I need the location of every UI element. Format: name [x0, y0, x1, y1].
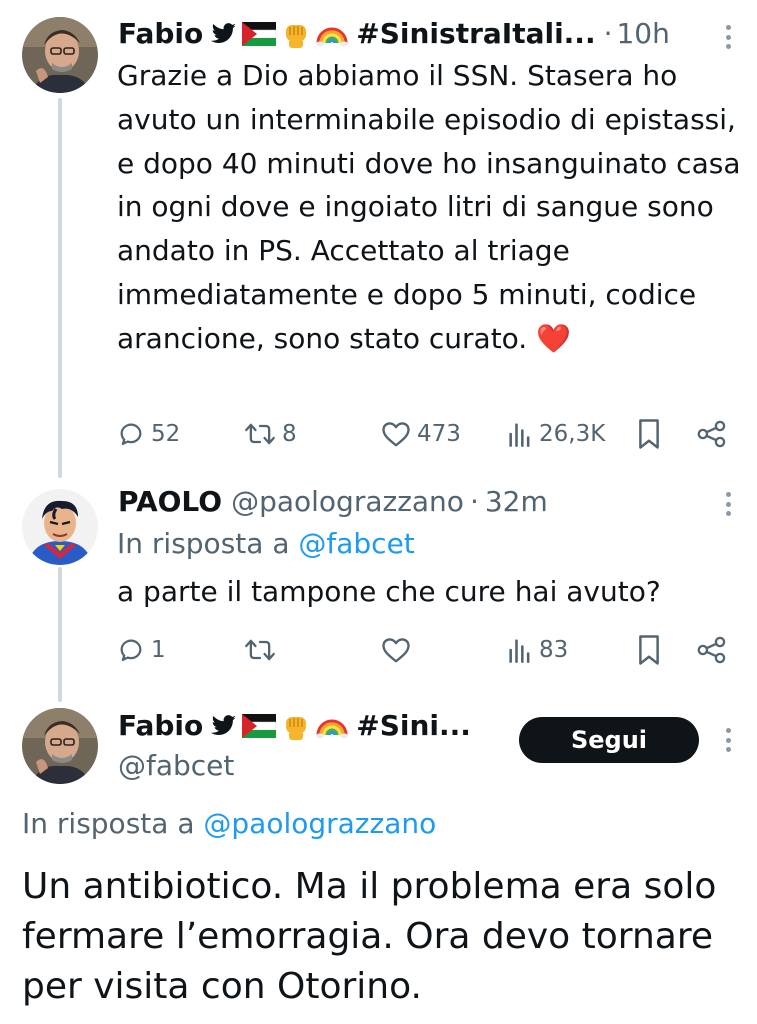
views-count: 83 [539, 637, 569, 663]
views-button[interactable]: 83 [507, 630, 568, 670]
user-handle-row: @fabcet [118, 748, 234, 784]
palestine-flag-icon [242, 714, 277, 738]
timestamp[interactable]: 32m [485, 484, 548, 520]
display-name[interactable]: PAOLO [118, 484, 222, 520]
follow-button[interactable]: Segui [519, 717, 699, 763]
bookmark-button[interactable] [636, 630, 662, 670]
tweet-header: Fabio #SinistraItali... · 10h [118, 16, 670, 52]
like-count: 473 [417, 421, 461, 447]
avatar[interactable] [22, 17, 98, 93]
retweet-button[interactable]: 8 [244, 414, 297, 454]
raised-fist-icon [286, 717, 307, 740]
display-name[interactable]: Fabio [118, 708, 203, 744]
like-icon [382, 422, 410, 447]
reply-context: In risposta a @paolograzzano [22, 806, 436, 842]
reply-prefix: In risposta a [117, 527, 290, 560]
avatar[interactable] [22, 489, 98, 565]
display-name[interactable]: Fabio [118, 16, 203, 52]
reply-mention-link[interactable]: @paolograzzano [203, 807, 436, 840]
timestamp[interactable]: 10h [616, 16, 669, 52]
bookmark-icon [639, 635, 659, 665]
name-flair: #SinistraItali... [211, 16, 596, 52]
more-options-icon[interactable] [718, 22, 738, 52]
flair-hashtag: #SinistraItali... [356, 17, 596, 50]
reply-count: 1 [151, 637, 166, 663]
bookmark-button[interactable] [636, 414, 662, 454]
user-handle[interactable]: @paolograzzano [231, 484, 464, 520]
views-count: 26,3K [539, 421, 606, 447]
share-button[interactable] [696, 414, 728, 454]
tweet-text: Grazie a Dio abbiamo il SSN. Stasera ho … [117, 59, 741, 355]
raised-fist-icon [286, 25, 307, 48]
user-handle[interactable]: @fabcet [118, 748, 234, 784]
views-icon [509, 639, 530, 663]
separator-dot: · [469, 485, 479, 518]
separator-dot: · [603, 17, 613, 50]
more-options-icon[interactable] [718, 489, 738, 519]
reply-button[interactable]: 52 [117, 414, 180, 454]
reply-mention-link[interactable]: @fabcet [298, 527, 414, 560]
retweet-count: 8 [282, 421, 297, 447]
reply-button[interactable]: 1 [117, 630, 166, 670]
share-icon [697, 636, 726, 664]
twitter-bird-icon [211, 715, 237, 735]
thread-line [58, 98, 62, 478]
like-button[interactable] [381, 630, 417, 670]
tweet-text: a parte il tampone che cure hai avuto? [117, 575, 661, 608]
rainbow-icon [316, 719, 349, 739]
avatar[interactable] [22, 708, 98, 784]
retweet-button[interactable] [244, 630, 282, 670]
tweet-actions: 1 83 [117, 630, 747, 670]
reply-prefix: In risposta a [22, 807, 195, 840]
palestine-flag-icon [242, 22, 277, 46]
like-button[interactable]: 473 [381, 414, 461, 454]
flair-hashtag: #Sini... [356, 709, 471, 742]
retweet-icon [245, 639, 275, 661]
reply-count: 52 [151, 421, 181, 447]
reply-context: In risposta a @fabcet [117, 526, 415, 562]
retweet-icon [245, 423, 275, 445]
twitter-bird-icon [211, 23, 237, 43]
views-button[interactable]: 26,3K [507, 414, 605, 454]
tweet-text: Un antibiotico. Ma il problema era solo … [22, 866, 717, 1007]
views-icon [509, 423, 530, 447]
share-icon [697, 420, 726, 448]
share-button[interactable] [696, 630, 728, 670]
tweet-actions: 52 8 473 26,3K [117, 414, 747, 454]
rainbow-icon [316, 27, 349, 47]
name-flair: #Sini... [211, 708, 471, 744]
tweet-header: PAOLO @paolograzzano · 32m [118, 484, 548, 520]
tweet-header: Fabio #Sini... [118, 708, 471, 744]
thread-line [58, 567, 62, 702]
reply-icon [120, 423, 142, 446]
bookmark-icon [639, 419, 659, 449]
more-options-icon[interactable] [718, 725, 738, 755]
like-icon [382, 638, 410, 663]
reply-icon [120, 639, 142, 662]
